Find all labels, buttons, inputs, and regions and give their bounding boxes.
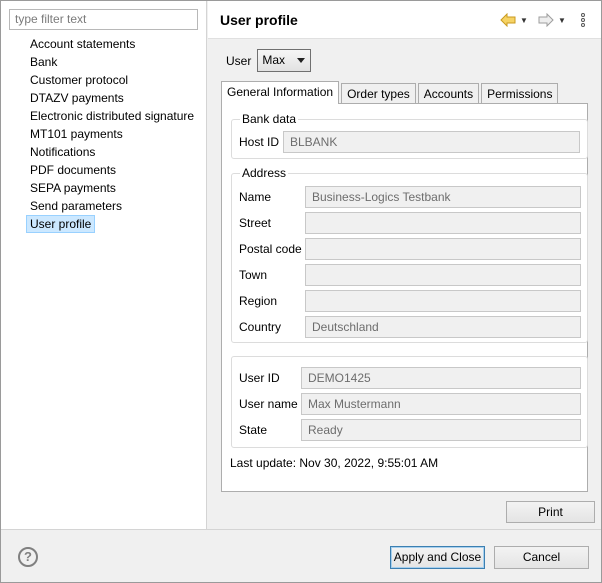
sidebar-item-electronic-distributed-signature[interactable]: Electronic distributed signature — [26, 107, 198, 125]
sidebar: type filter text Account statements Bank… — [1, 1, 207, 529]
sidebar-item-customer-protocol[interactable]: Customer protocol — [26, 71, 198, 89]
tab-general-information[interactable]: General Information — [221, 81, 340, 104]
bank-data-legend: Bank data — [240, 112, 299, 126]
postal-code-label: Postal code — [239, 242, 302, 256]
help-icon[interactable]: ? — [18, 547, 38, 567]
user-name-field[interactable]: Max Mustermann — [301, 393, 581, 415]
state-field[interactable]: Ready — [301, 419, 581, 441]
sidebar-item-dtazv-payments[interactable]: DTAZV payments — [26, 89, 198, 107]
dialog-footer: ? Apply and Close Cancel — [1, 529, 601, 582]
state-row: State Ready — [239, 419, 581, 441]
street-field[interactable] — [305, 212, 581, 234]
back-arrow-icon — [500, 13, 516, 27]
page-header: User profile ▼ ▼ — [208, 1, 601, 39]
user-select-value: Max — [262, 53, 286, 67]
state-label: State — [239, 423, 268, 437]
sidebar-item-user-profile[interactable]: User profile — [26, 215, 96, 233]
user-label: User — [226, 53, 252, 68]
page-title: User profile — [220, 12, 298, 28]
country-row: Country Deutschland — [239, 316, 581, 338]
forward-button[interactable]: ▼ — [538, 11, 566, 29]
host-id-row: Host ID BLBANK — [239, 131, 580, 153]
street-row: Street — [239, 212, 581, 234]
name-label: Name — [239, 190, 272, 204]
tab-bar: General Information Order types Accounts… — [221, 81, 560, 104]
user-id-field[interactable]: DEMO1425 — [301, 367, 581, 389]
postal-code-field[interactable] — [305, 238, 581, 260]
tab-accounts[interactable]: Accounts — [417, 83, 480, 104]
apply-and-close-button[interactable]: Apply and Close — [390, 546, 485, 569]
postal-code-row: Postal code — [239, 238, 581, 260]
host-id-field[interactable]: BLBANK — [283, 131, 580, 153]
bank-data-group: Bank data Host ID BLBANK — [231, 112, 588, 159]
forward-dropdown-icon[interactable]: ▼ — [558, 16, 566, 25]
region-label: Region — [239, 294, 278, 308]
name-field[interactable]: Business-Logics Testbank — [305, 186, 581, 208]
back-dropdown-icon[interactable]: ▼ — [520, 16, 528, 25]
user-select[interactable]: Max — [257, 49, 312, 72]
view-menu-icon[interactable] — [581, 13, 587, 27]
sidebar-item-notifications[interactable]: Notifications — [26, 143, 198, 161]
back-button[interactable]: ▼ — [500, 11, 528, 29]
street-label: Street — [239, 216, 272, 230]
country-field[interactable]: Deutschland — [305, 316, 581, 338]
tab-permissions[interactable]: Permissions — [481, 83, 559, 104]
address-group: Address Name Business-Logics Testbank St… — [231, 166, 588, 343]
sidebar-item-sepa-payments[interactable]: SEPA payments — [26, 179, 198, 197]
user-name-row: User name Max Mustermann — [239, 393, 581, 415]
user-selector-row: User Max — [226, 49, 312, 72]
sidebar-item-account-statements[interactable]: Account statements — [26, 35, 198, 53]
sidebar-item-pdf-documents[interactable]: PDF documents — [26, 161, 198, 179]
address-legend: Address — [240, 166, 289, 180]
user-id-label: User ID — [239, 371, 280, 385]
cancel-button[interactable]: Cancel — [494, 546, 589, 569]
print-button[interactable]: Print — [506, 501, 595, 523]
tab-order-types[interactable]: Order types — [341, 83, 416, 104]
account-info-group: User ID DEMO1425 User name Max Musterman… — [231, 356, 588, 448]
general-information-panel: Bank data Host ID BLBANK Address Name Bu… — [221, 103, 588, 492]
user-name-label: User name — [239, 397, 298, 411]
preference-tree: Account statements Bank Customer protoco… — [26, 35, 198, 233]
sidebar-item-mt101-payments[interactable]: MT101 payments — [26, 125, 198, 143]
town-field[interactable] — [305, 264, 581, 286]
user-id-row: User ID DEMO1425 — [239, 367, 581, 389]
town-row: Town — [239, 264, 581, 286]
name-row: Name Business-Logics Testbank — [239, 186, 581, 208]
filter-input[interactable]: type filter text — [9, 9, 198, 30]
country-label: Country — [239, 320, 282, 334]
region-row: Region — [239, 290, 581, 312]
preferences-window: type filter text Account statements Bank… — [0, 0, 602, 583]
forward-arrow-icon — [538, 13, 554, 27]
sidebar-item-bank[interactable]: Bank — [26, 53, 198, 71]
town-label: Town — [239, 268, 268, 282]
chevron-down-icon — [297, 58, 306, 63]
region-field[interactable] — [305, 290, 581, 312]
host-id-label: Host ID — [239, 135, 280, 149]
sidebar-item-send-parameters[interactable]: Send parameters — [26, 197, 198, 215]
last-update-text: Last update: Nov 30, 2022, 9:55:01 AM — [230, 456, 439, 470]
main-panel: User profile ▼ ▼ User Max General Inform… — [208, 1, 601, 529]
